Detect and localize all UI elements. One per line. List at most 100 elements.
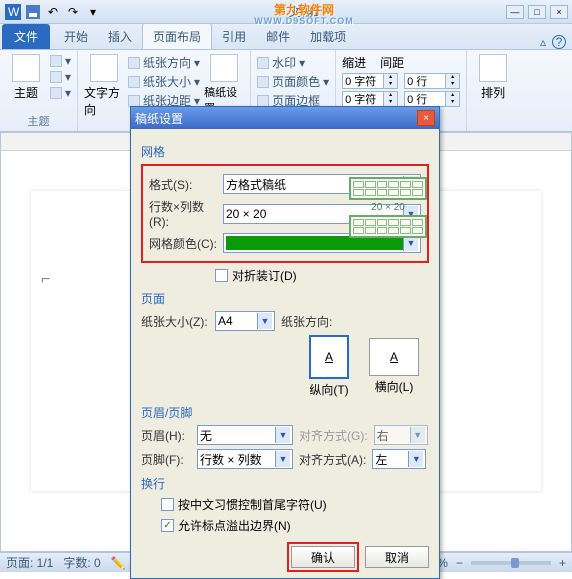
group-themes: 主题 ▾ ▾ ▾ 主题 (0, 50, 78, 131)
status-words[interactable]: 字数: 0 (63, 554, 100, 571)
ok-button[interactable]: 确认 (291, 546, 355, 568)
svg-text:W: W (8, 5, 20, 19)
footer-align-combo[interactable]: 左▼ (372, 449, 426, 469)
doc-title: 文档1 (289, 5, 320, 19)
portrait-option[interactable]: A 纵向(T) (309, 335, 349, 398)
tab-page-layout[interactable]: 页面布局 (142, 23, 212, 49)
footer-label: 页脚(F): (141, 451, 191, 468)
tab-insert[interactable]: 插入 (98, 24, 142, 49)
ribbon-help: ▵ ? (540, 35, 566, 49)
arrange-button[interactable]: 排列 (473, 54, 513, 101)
spacing-before-spinner[interactable]: ▴▾ (404, 73, 460, 89)
header-combo[interactable]: 无▼ (197, 425, 293, 445)
section-page-label: 页面 (141, 290, 429, 307)
punct-label: 允许标点溢出边界(N) (178, 517, 291, 534)
orientation-label: 纸张方向: (281, 313, 332, 330)
page-color-button[interactable]: 页面颜色▾ (257, 73, 329, 90)
tab-file[interactable]: 文件 (2, 24, 50, 49)
papersize-label: 纸张大小(Z): (141, 313, 209, 330)
window-buttons: — □ × (506, 5, 568, 19)
restore-button[interactable]: □ (528, 5, 546, 19)
punct-checkbox[interactable]: ✓ (161, 519, 174, 532)
cjk-label: 按中文习惯控制首尾字符(U) (178, 496, 327, 513)
section-wrap-label: 换行 (141, 475, 429, 492)
format-label: 格式(S): (149, 176, 217, 193)
rowscols-label: 行数×列数(R): (149, 198, 217, 229)
watermark-button[interactable]: 水印▾ (257, 54, 329, 71)
group-arrange: 排列 (467, 50, 519, 131)
group-label-themes: 主题 (6, 113, 71, 129)
section-grid-label: 网格 (141, 143, 429, 160)
themes-icon (12, 54, 40, 82)
grid-preview: 20 × 20 (349, 177, 427, 238)
cancel-button[interactable]: 取消 (365, 546, 429, 568)
word-icon: W (4, 3, 22, 21)
quick-access-toolbar: W ↶ ↷ ▾ (4, 3, 102, 21)
ribbon-minimize-icon[interactable]: ▵ (540, 35, 546, 49)
chevron-down-icon: ▼ (410, 427, 425, 443)
cjk-checkbox[interactable] (161, 498, 174, 511)
zoom-slider[interactable] (471, 561, 551, 565)
text-direction-icon (90, 54, 118, 82)
spacing-after-spinner[interactable]: ▴▾ (404, 91, 460, 107)
header-label: 页眉(H): (141, 427, 191, 444)
grid-paper-dialog: 稿纸设置 × 网格 格式(S): 方格式稿纸▼ 行数×列数(R): 20 × 2… (130, 106, 440, 579)
dialog-titlebar[interactable]: 稿纸设置 × (131, 107, 439, 129)
theme-colors-icon[interactable]: ▾ (50, 54, 71, 68)
tab-references[interactable]: 引用 (212, 24, 256, 49)
fold-label: 对折装订(D) (232, 267, 297, 284)
save-icon[interactable] (24, 3, 42, 21)
arrange-icon (479, 54, 507, 82)
portrait-icon: A (309, 335, 349, 379)
gridcolor-label: 网格颜色(C): (149, 235, 217, 252)
page-bg-list: 水印▾ 页面颜色▾ 页面边框 (257, 54, 329, 109)
indent-right-spinner[interactable]: ▴▾ (342, 91, 398, 107)
theme-options: ▾ ▾ ▾ (50, 54, 71, 100)
chevron-down-icon: ▼ (257, 313, 272, 329)
undo-icon[interactable]: ↶ (44, 3, 62, 21)
footer-align-label: 对齐方式(A): (299, 451, 366, 468)
section-headerfooter-label: 页眉/页脚 (141, 404, 429, 421)
fold-checkbox[interactable] (215, 269, 228, 282)
theme-effects-icon[interactable]: ▾ (50, 86, 71, 100)
close-button[interactable]: × (550, 5, 568, 19)
paper-orientation-button[interactable]: 纸张方向▾ (128, 54, 200, 71)
ribbon-tabs: 文件 开始 插入 页面布局 引用 邮件 加载项 ▵ ? (0, 24, 572, 50)
qat-more-icon[interactable]: ▾ (84, 3, 102, 21)
tab-addins[interactable]: 加载项 (300, 24, 356, 49)
paper-size-button[interactable]: 纸张大小▾ (128, 73, 200, 90)
indent-label: 缩进 (342, 54, 366, 71)
theme-fonts-icon[interactable]: ▾ (50, 70, 71, 84)
text-direction-button[interactable]: 文字方向 (84, 54, 124, 118)
status-page[interactable]: 页面: 1/1 (6, 554, 53, 571)
zoom-in-icon[interactable]: + (559, 556, 566, 570)
help-icon[interactable]: ? (552, 35, 566, 49)
chevron-down-icon: ▼ (275, 427, 290, 443)
themes-button[interactable]: 主题 (6, 54, 46, 101)
status-proofing-icon[interactable]: ✏️ (111, 556, 126, 570)
preview-label: 20 × 20 (349, 202, 427, 213)
redo-icon[interactable]: ↷ (64, 3, 82, 21)
grid-paper-icon (210, 54, 238, 82)
chevron-down-icon: ▼ (408, 451, 423, 467)
tab-home[interactable]: 开始 (54, 24, 98, 49)
header-align-combo: 右▼ (374, 425, 428, 445)
dialog-title: 稿纸设置 (135, 110, 183, 127)
chevron-down-icon: ▼ (275, 451, 290, 467)
dialog-close-button[interactable]: × (417, 110, 435, 126)
dialog-body: 网格 格式(S): 方格式稿纸▼ 行数×列数(R): 20 × 20▼ 网格颜色… (131, 129, 439, 578)
landscape-icon: A (369, 338, 419, 376)
dialog-buttons: 确认 取消 (141, 546, 429, 568)
zoom-out-icon[interactable]: − (456, 556, 463, 570)
footer-combo[interactable]: 行数 × 列数▼ (197, 449, 293, 469)
indent-left-spinner[interactable]: ▴▾ (342, 73, 398, 89)
title-bar: W ↶ ↷ ▾ 文档1 第九软件网 WWW.D9SOFT.COM — □ × (0, 0, 572, 24)
minimize-button[interactable]: — (506, 5, 524, 19)
landscape-option[interactable]: A 横向(L) (369, 338, 419, 395)
tab-mailings[interactable]: 邮件 (256, 24, 300, 49)
window-title: 文档1 第九软件网 WWW.D9SOFT.COM (102, 3, 506, 20)
spacing-label: 间距 (380, 54, 404, 71)
header-align-label: 对齐方式(G): (299, 427, 368, 444)
page-setup-list: 纸张方向▾ 纸张大小▾ 纸张边距▾ (128, 54, 200, 109)
papersize-combo[interactable]: A4▼ (215, 311, 275, 331)
